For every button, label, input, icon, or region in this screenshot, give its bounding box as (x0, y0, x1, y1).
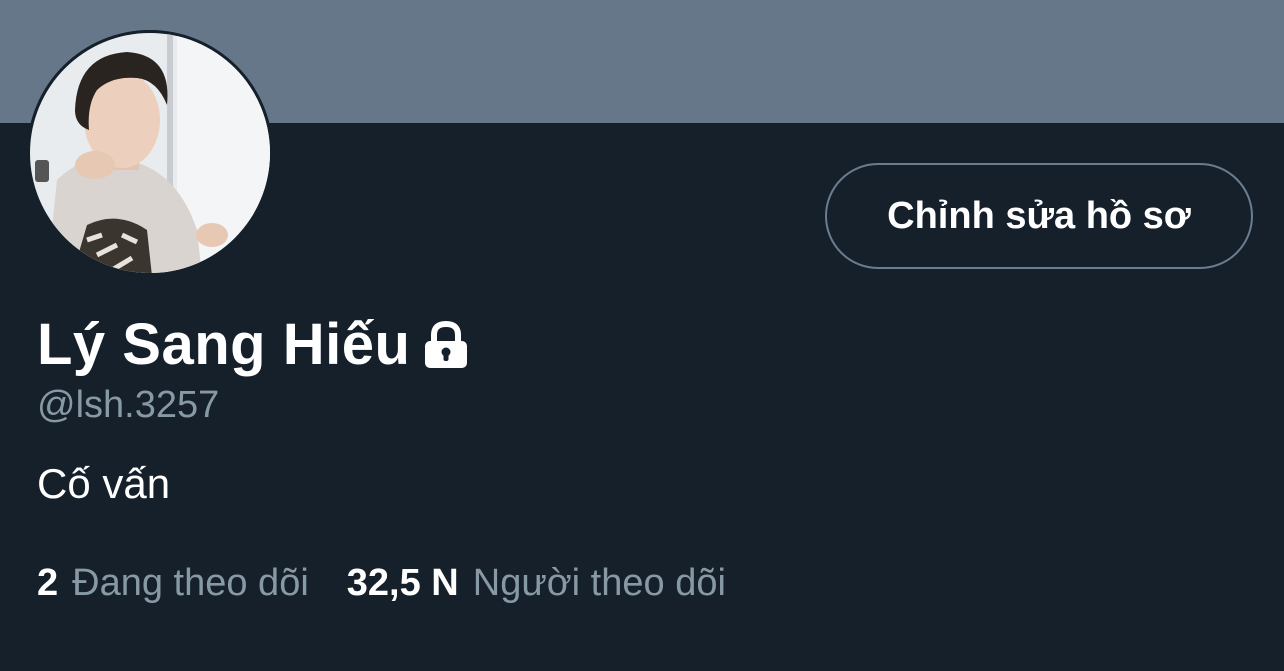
followers-count: 32,5 N (346, 562, 459, 604)
profile-name-row: Lý Sang Hiếu (37, 308, 470, 380)
following-label: Đang theo dõi (72, 562, 309, 604)
following-stat[interactable]: 2 Đang theo dõi (37, 562, 309, 605)
profile-handle: @lsh.3257 (37, 384, 220, 426)
profile-bio: Cố vấn (37, 460, 171, 507)
profile-photo (27, 30, 273, 276)
following-count: 2 (37, 562, 59, 604)
edit-profile-button[interactable]: Chỉnh sửa hồ sơ (825, 163, 1253, 269)
profile-stats: 2 Đang theo dõi 32,5 N Người theo dõi (37, 562, 726, 605)
profile-avatar[interactable] (27, 30, 273, 276)
lock-icon (422, 320, 470, 375)
followers-stat[interactable]: 32,5 N Người theo dõi (347, 562, 726, 605)
followers-label: Người theo dõi (472, 562, 726, 604)
display-name: Lý Sang Hiếu (37, 311, 411, 377)
